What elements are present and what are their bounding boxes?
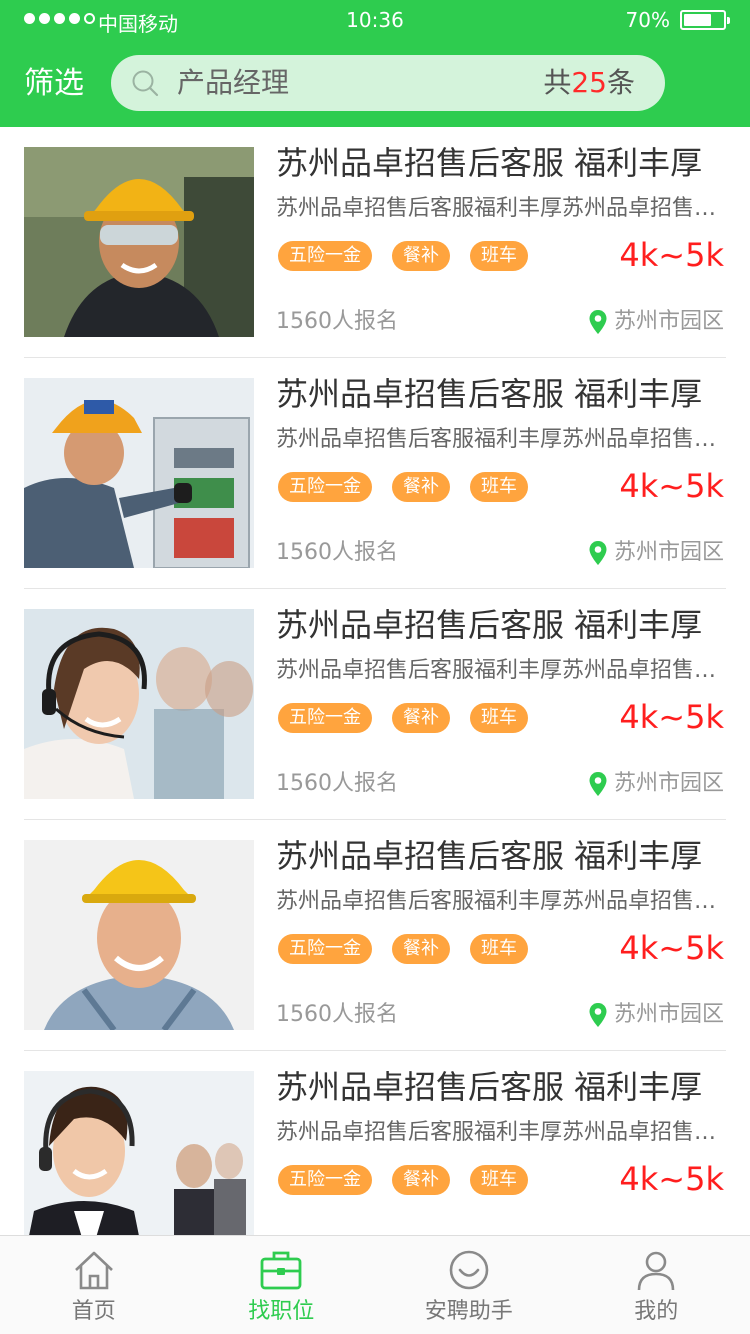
job-location: 苏州市园区 xyxy=(588,538,724,568)
job-salary: 4k~5k xyxy=(619,929,724,967)
benefit-tag: 五险一金 xyxy=(278,241,372,271)
job-benefit-tags: 五险一金 餐补 班车 xyxy=(278,934,528,964)
job-benefit-tags: 五险一金 餐补 班车 xyxy=(278,241,528,271)
tab-briefcase[interactable]: 找职位 xyxy=(188,1236,376,1334)
benefit-tag: 餐补 xyxy=(392,241,450,271)
tab-home[interactable]: 首页 xyxy=(0,1236,188,1334)
benefit-tag: 餐补 xyxy=(392,1165,450,1195)
benefit-tag: 五险一金 xyxy=(278,1165,372,1195)
benefit-tag: 班车 xyxy=(470,241,528,271)
job-description: 苏州品卓招售后客服福利丰厚苏州品卓招售后客服 xyxy=(276,889,726,914)
benefit-tag: 餐补 xyxy=(392,934,450,964)
location-pin-icon xyxy=(589,1003,607,1027)
tab-label: 安聘助手 xyxy=(424,1299,513,1324)
job-description: 苏州品卓招售后客服福利丰厚苏州品卓招售后客服 xyxy=(276,1120,726,1145)
job-title: 苏州品卓招售后客服 福利丰厚 xyxy=(276,837,703,875)
job-benefit-tags: 五险一金 餐补 班车 xyxy=(278,472,528,502)
job-list-item[interactable]: 苏州品卓招售后客服 福利丰厚 苏州品卓招售后客服福利丰厚苏州品卓招售后客服 五险… xyxy=(24,589,726,820)
applicant-count: 1560人报名 xyxy=(276,1002,398,1027)
location-pin-icon xyxy=(589,772,607,796)
job-location: 苏州市园区 xyxy=(588,769,724,799)
job-salary: 4k~5k xyxy=(619,236,724,274)
benefit-tag: 五险一金 xyxy=(278,703,372,733)
job-description: 苏州品卓招售后客服福利丰厚苏州品卓招售后客服 xyxy=(276,427,726,452)
assistant-icon xyxy=(449,1250,489,1290)
applicant-count: 1560人报名 xyxy=(276,309,398,334)
job-benefit-tags: 五险一金 餐补 班车 xyxy=(278,703,528,733)
job-photo xyxy=(24,378,254,568)
benefit-tag: 班车 xyxy=(470,1165,528,1195)
job-photo xyxy=(24,840,254,1030)
benefit-tag: 班车 xyxy=(470,703,528,733)
job-location-text: 苏州市园区 xyxy=(613,309,724,334)
applicant-count: 1560人报名 xyxy=(276,540,398,565)
job-list-item[interactable]: 苏州品卓招售后客服 福利丰厚 苏州品卓招售后客服福利丰厚苏州品卓招售后客服 五险… xyxy=(24,1051,726,1235)
briefcase-icon xyxy=(260,1251,302,1290)
job-photo xyxy=(24,147,254,337)
job-description: 苏州品卓招售后客服福利丰厚苏州品卓招售后客服 xyxy=(276,196,726,221)
job-photo xyxy=(24,1071,254,1235)
job-title: 苏州品卓招售后客服 福利丰厚 xyxy=(276,375,703,413)
job-location-text: 苏州市园区 xyxy=(613,540,724,565)
status-bar: 中国移动 10:36 70% xyxy=(0,0,750,40)
location-pin-icon xyxy=(589,541,607,565)
job-image xyxy=(24,609,254,799)
job-benefit-tags: 五险一金 餐补 班车 xyxy=(278,1165,528,1195)
job-title: 苏州品卓招售后客服 福利丰厚 xyxy=(276,606,703,644)
job-list[interactable]: 苏州品卓招售后客服 福利丰厚 苏州品卓招售后客服福利丰厚苏州品卓招售后客服 五险… xyxy=(0,127,750,1235)
job-salary: 4k~5k xyxy=(619,467,724,505)
job-location: 苏州市园区 xyxy=(588,1000,724,1030)
job-location: 苏州市园区 xyxy=(588,307,724,337)
job-salary: 4k~5k xyxy=(619,1160,724,1198)
home-icon xyxy=(74,1251,113,1290)
job-location-text: 苏州市园区 xyxy=(613,771,724,796)
job-image xyxy=(24,147,254,337)
benefit-tag: 班车 xyxy=(470,934,528,964)
job-image xyxy=(24,840,254,1030)
search-input[interactable]: 产品经理 xyxy=(177,65,289,101)
job-title: 苏州品卓招售后客服 福利丰厚 xyxy=(276,1068,703,1106)
result-count-number: 25 xyxy=(571,66,607,99)
search-icon xyxy=(132,70,159,97)
job-list-item[interactable]: 苏州品卓招售后客服 福利丰厚 苏州品卓招售后客服福利丰厚苏州品卓招售后客服 五险… xyxy=(24,127,726,358)
job-image xyxy=(24,378,254,568)
profile-icon xyxy=(637,1251,675,1291)
header-bar: 中国移动 10:36 70% 筛选 产品经理 共25条 xyxy=(0,0,750,127)
job-list-item[interactable]: 苏州品卓招售后客服 福利丰厚 苏州品卓招售后客服福利丰厚苏州品卓招售后客服 五险… xyxy=(24,820,726,1051)
job-description: 苏州品卓招售后客服福利丰厚苏州品卓招售后客服 xyxy=(276,658,726,683)
benefit-tag: 班车 xyxy=(470,472,528,502)
battery-icon xyxy=(680,10,730,30)
result-count: 共25条 xyxy=(543,66,635,99)
job-location-text: 苏州市园区 xyxy=(613,1002,724,1027)
location-pin-icon xyxy=(589,310,607,334)
applicant-count: 1560人报名 xyxy=(276,771,398,796)
battery-fill xyxy=(684,14,711,26)
bottom-tab-bar: 首页 找职位 安聘助手 我的 xyxy=(0,1235,750,1334)
tab-assistant[interactable]: 安聘助手 xyxy=(375,1236,563,1334)
benefit-tag: 餐补 xyxy=(392,703,450,733)
tab-profile[interactable]: 我的 xyxy=(563,1236,750,1334)
search-bar[interactable]: 产品经理 共25条 xyxy=(111,55,665,111)
job-title: 苏州品卓招售后客服 福利丰厚 xyxy=(276,144,703,182)
job-list-item[interactable]: 苏州品卓招售后客服 福利丰厚 苏州品卓招售后客服福利丰厚苏州品卓招售后客服 五险… xyxy=(24,358,726,589)
tab-label: 找职位 xyxy=(248,1299,315,1324)
job-salary: 4k~5k xyxy=(619,698,724,736)
benefit-tag: 餐补 xyxy=(392,472,450,502)
job-photo xyxy=(24,609,254,799)
tab-label: 我的 xyxy=(634,1299,679,1324)
battery-percentage: 70% xyxy=(625,8,670,32)
tab-label: 首页 xyxy=(71,1299,116,1324)
benefit-tag: 五险一金 xyxy=(278,472,372,502)
job-image xyxy=(24,1071,254,1235)
benefit-tag: 五险一金 xyxy=(278,934,372,964)
filter-button[interactable]: 筛选 xyxy=(24,64,84,104)
